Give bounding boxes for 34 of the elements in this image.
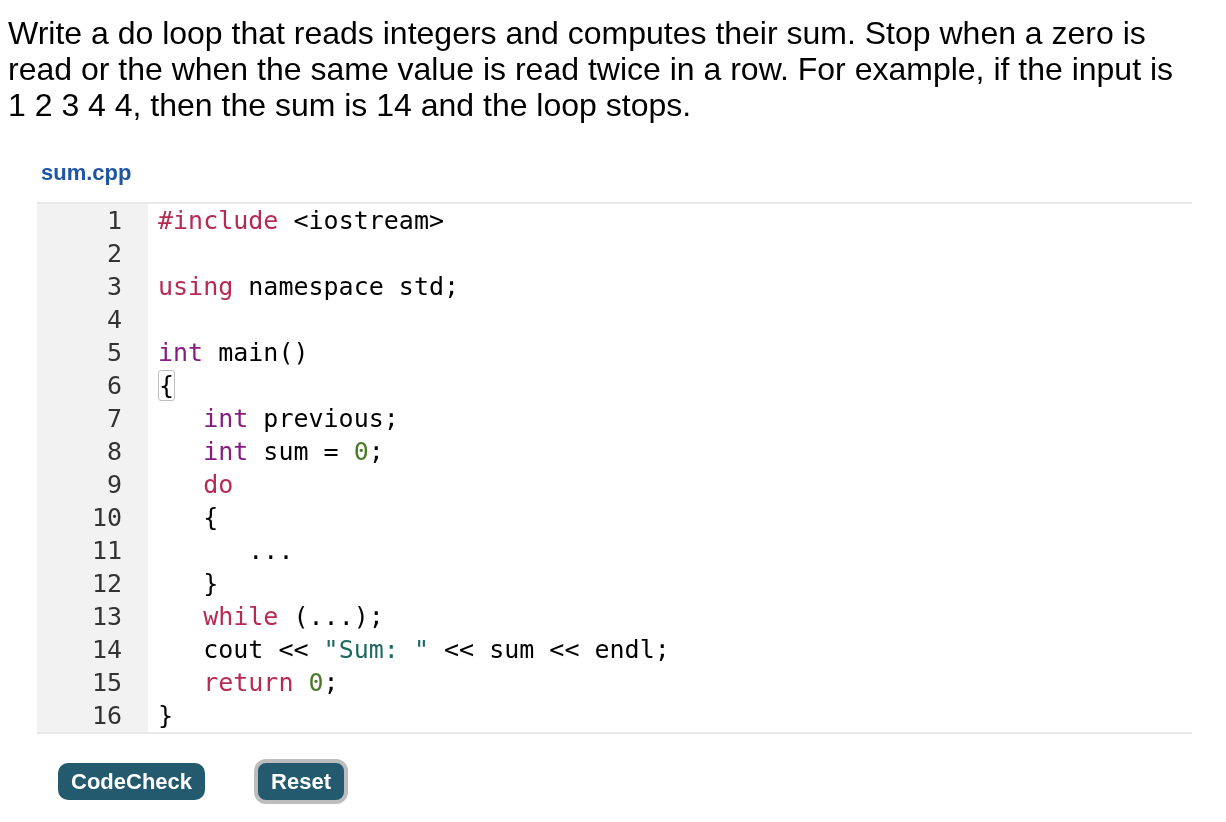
code-line: int sum = 0; (202, 437, 384, 466)
code-line: { (202, 503, 219, 532)
line-number: 13 (91, 602, 122, 631)
line-number: 7 (106, 404, 122, 433)
line-number: 5 (106, 338, 122, 367)
file-name: sum.cpp (41, 160, 132, 186)
code-line: using namespace std; (158, 272, 460, 301)
codecheck-button[interactable]: CodeCheck (58, 763, 206, 800)
line-number: 8 (106, 437, 122, 466)
line-number: 11 (91, 536, 122, 565)
code-line: } (158, 701, 174, 730)
line-number: 2 (106, 239, 122, 268)
code-line: ... (247, 536, 294, 565)
problem-statement: Write a do loop that reads integers and computes their sum. Stop when a zero is read or the when the same value is read twice in a row. For example, if the input is 1 2 3 4 4, then the sum is 14 and the loop stops. (7, 14, 1175, 123)
line-number: 6 (106, 371, 122, 400)
code-line: int previous; (202, 404, 399, 433)
line-number: 15 (91, 668, 122, 697)
line-number: 4 (106, 305, 122, 334)
code-editor[interactable]: 1 2 3 4 5 6 7 8 9 10 11 12 13 14 15 16 #include <iostream> using namespace std; int main() { int previous; int sum = 0; do { ... } while (...); cout << "Sum: " << sum << endl; return 0; } (37, 202, 1192, 734)
line-number: 14 (91, 635, 122, 664)
code-line: int main() (158, 338, 309, 367)
line-number: 12 (91, 569, 122, 598)
line-number: 10 (91, 503, 122, 532)
line-number: 16 (91, 701, 122, 730)
line-number: 3 (106, 272, 122, 301)
line-number: 9 (106, 470, 122, 499)
reset-button[interactable]: Reset (254, 759, 348, 804)
code-line: return 0; (202, 668, 339, 697)
code-line: cout << "Sum: " << sum << endl; (202, 635, 670, 664)
line-number: 1 (106, 206, 122, 235)
code-line: } (202, 569, 219, 598)
code-line: #include <iostream> (158, 206, 444, 235)
code-line: do (202, 470, 234, 499)
code-line: while (...); (202, 602, 384, 631)
